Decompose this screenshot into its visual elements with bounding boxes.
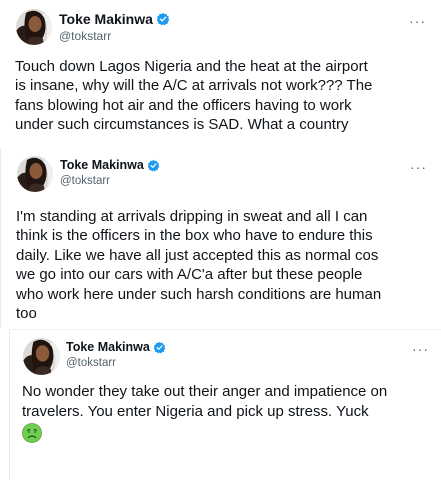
tweet-text-line: Touch down Lagos Nigeria and the heat at… bbox=[15, 58, 368, 75]
author-handle[interactable]: @tokstarr bbox=[60, 175, 110, 187]
author-name-row[interactable]: Toke Makinwa bbox=[66, 340, 166, 354]
tweet-text-line: under such circumstances is SAD. What a … bbox=[15, 115, 349, 133]
tweet-1[interactable]: Toke Makinwa @tokstarr ··· Touch down La… bbox=[0, 0, 441, 148]
tweet-text: Touch down Lagos Nigeria and the heat at… bbox=[15, 57, 372, 134]
tweet-3[interactable]: Toke Makinwa @tokstarr ··· No wonder the… bbox=[9, 329, 441, 480]
author-name-row[interactable]: Toke Makinwa bbox=[60, 158, 160, 172]
verified-badge-icon bbox=[147, 159, 160, 172]
more-horizontal-icon[interactable]: ··· bbox=[410, 160, 427, 174]
tweet-text-line: daily. Like we have all just accepted th… bbox=[16, 246, 379, 264]
nauseated-face-emoji bbox=[22, 423, 42, 444]
tweet-2[interactable]: Toke Makinwa @tokstarr ··· I'm standing … bbox=[0, 148, 441, 328]
verified-badge-icon bbox=[153, 341, 166, 354]
tweet-text-line: is insane, why will the A/C at arrivals … bbox=[15, 77, 373, 95]
tweet-text-line: too bbox=[16, 305, 37, 323]
tweet-text: No wonder they take out their anger and … bbox=[22, 382, 388, 444]
author-name-row[interactable]: Toke Makinwa bbox=[59, 11, 170, 27]
tweet-text-line: we go into our cars with A/C'a after but… bbox=[16, 266, 363, 284]
tweet-text: I'm standing at arrivals dripping in swe… bbox=[16, 207, 381, 323]
author-name[interactable]: Toke Makinwa bbox=[66, 340, 150, 354]
tweet-text-line: fans blowing hot air and the officers ha… bbox=[15, 96, 352, 114]
verified-badge-icon bbox=[156, 12, 170, 26]
author-handle[interactable]: @tokstarr bbox=[59, 29, 111, 43]
author-name[interactable]: Toke Makinwa bbox=[59, 11, 153, 27]
tweet-text-line: No wonder they take out their anger and … bbox=[22, 383, 388, 400]
avatar[interactable] bbox=[17, 156, 53, 192]
author-handle[interactable]: @tokstarr bbox=[66, 357, 116, 369]
more-horizontal-icon[interactable]: ··· bbox=[412, 342, 429, 356]
tweet-text-line: travelers. You enter Nigeria and pick up… bbox=[22, 402, 369, 420]
tweet-text-line: I'm standing at arrivals dripping in swe… bbox=[16, 208, 368, 225]
tweet-emoji-line bbox=[22, 423, 387, 444]
tweet-text-line: who work here under such harsh condition… bbox=[16, 285, 382, 303]
author-name[interactable]: Toke Makinwa bbox=[60, 158, 144, 172]
tweet-text-line: think is the officers in the box who hav… bbox=[16, 227, 373, 245]
avatar[interactable] bbox=[23, 338, 60, 375]
more-horizontal-icon[interactable]: ··· bbox=[409, 14, 426, 28]
avatar[interactable] bbox=[16, 9, 52, 45]
